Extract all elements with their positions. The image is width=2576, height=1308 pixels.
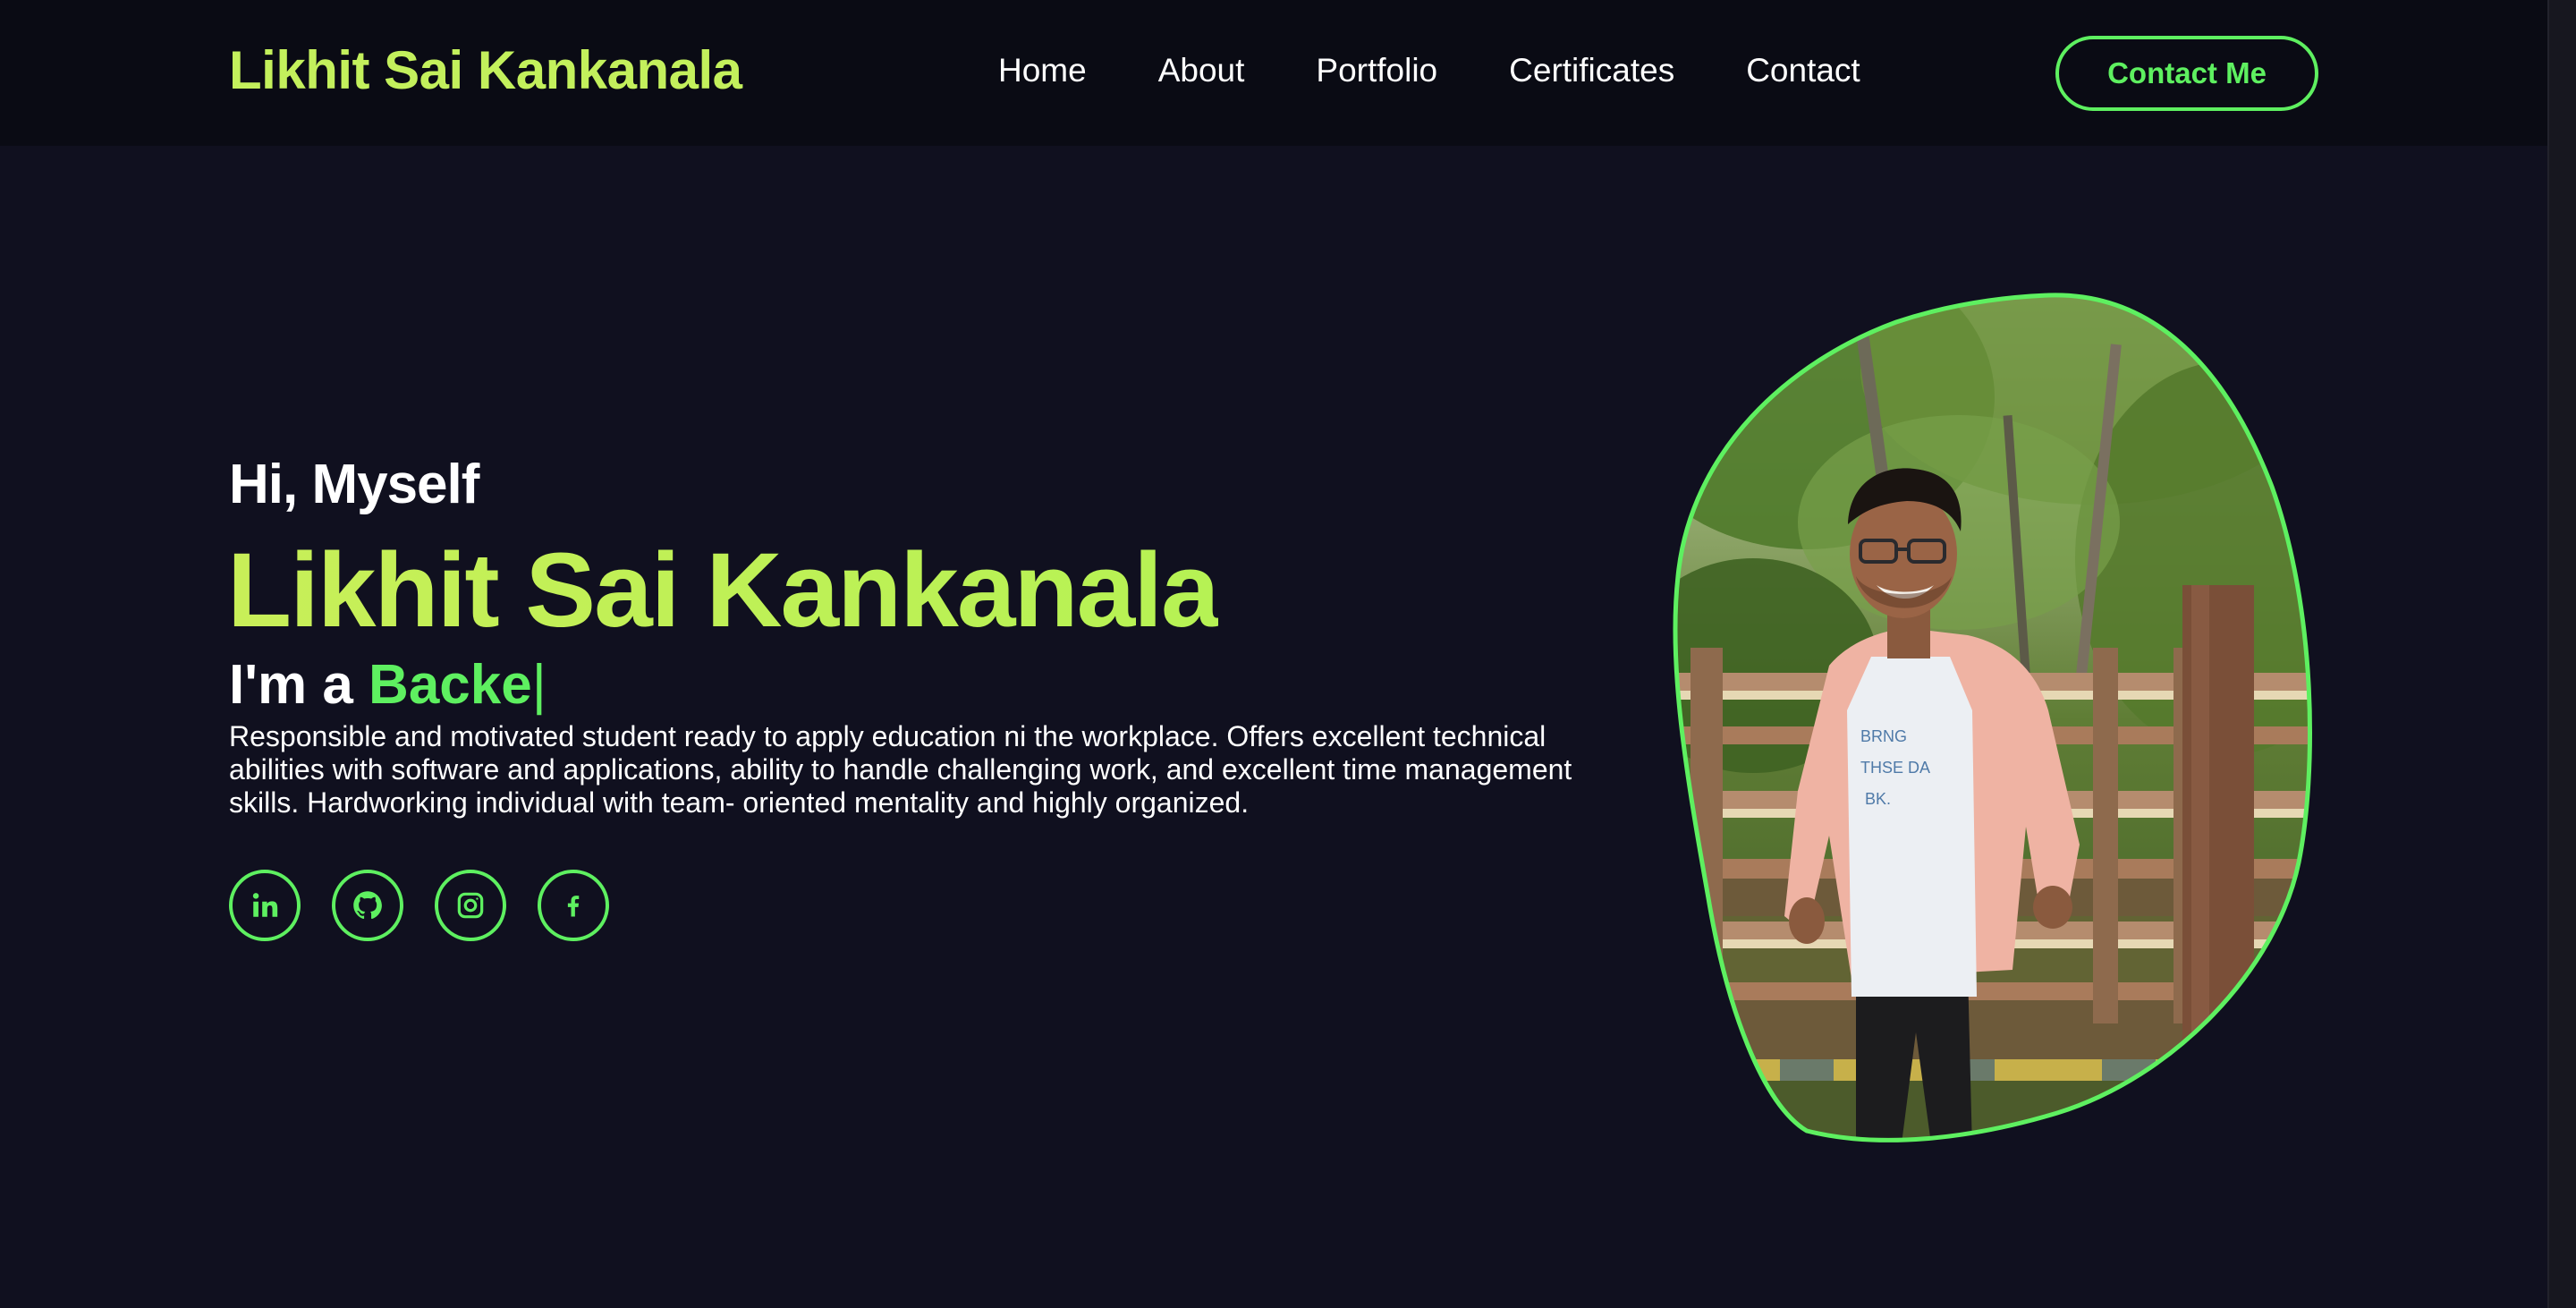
brand-logo[interactable]: Likhit Sai Kankanala — [229, 39, 742, 101]
shirt-print-line1: BRNG — [1860, 727, 1907, 745]
instagram-icon — [456, 891, 485, 920]
typing-caret: | — [531, 654, 547, 716]
profile-photo: BRNG THSE DA BK. — [1673, 290, 2326, 1151]
facebook-icon — [560, 892, 587, 919]
hero-greeting: Hi, Myself — [229, 454, 479, 515]
shirt-print-line2: THSE DA — [1860, 759, 1930, 777]
hero-bio: Responsible and motivated student ready … — [229, 720, 1572, 819]
hero-name: Likhit Sai Kankanala — [227, 531, 1220, 650]
nav-link-about[interactable]: About — [1158, 52, 1245, 89]
nav-link-home[interactable]: Home — [998, 52, 1087, 89]
instagram-link[interactable] — [435, 870, 506, 941]
role-typed-text: Backe — [369, 654, 532, 716]
shirt-print-line3: BK. — [1865, 790, 1891, 808]
role-prefix: I'm a — [229, 654, 353, 716]
nav-link-contact[interactable]: Contact — [1746, 52, 1860, 89]
github-icon — [352, 889, 384, 922]
contact-me-button[interactable]: Contact Me — [2055, 36, 2318, 111]
portfolio-page: Likhit Sai Kankanala Home About Portfoli… — [0, 0, 2576, 1308]
top-navbar: Likhit Sai Kankanala Home About Portfoli… — [0, 0, 2547, 146]
github-link[interactable] — [332, 870, 403, 941]
facebook-link[interactable] — [538, 870, 609, 941]
nav-links: Home About Portfolio Certificates Contac… — [998, 52, 1860, 89]
page-scrollbar[interactable] — [2547, 0, 2576, 1308]
nav-link-portfolio[interactable]: Portfolio — [1316, 52, 1437, 89]
linkedin-link[interactable] — [229, 870, 301, 941]
nav-link-certificates[interactable]: Certificates — [1509, 52, 1674, 89]
linkedin-icon — [250, 890, 280, 921]
social-links — [229, 870, 609, 941]
hero-role-line: I'm a Backe| — [229, 653, 547, 717]
